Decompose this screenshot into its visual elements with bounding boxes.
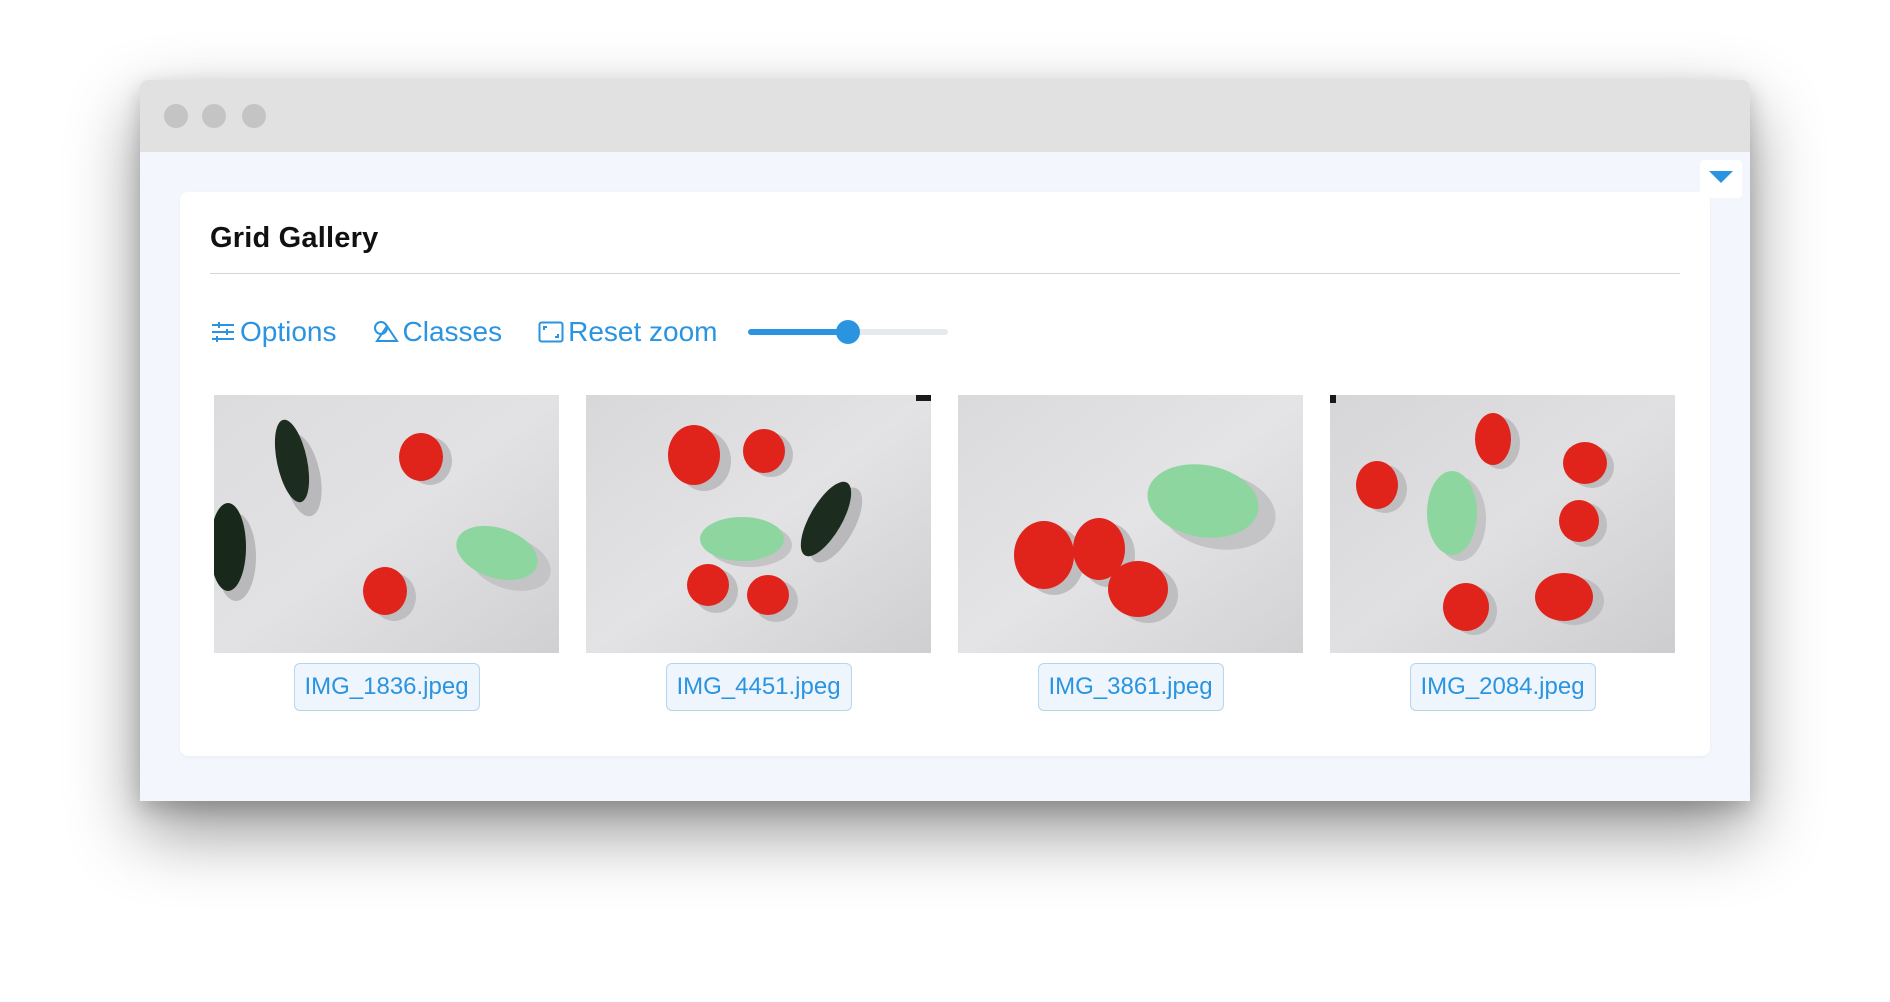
options-button[interactable]: Options xyxy=(210,316,337,348)
reset-zoom-button[interactable]: Reset zoom xyxy=(538,316,718,348)
gallery-thumbnail[interactable] xyxy=(1330,395,1675,653)
panel-title: Grid Gallery xyxy=(210,222,379,254)
image-filename-label[interactable]: IMG_3861.jpeg xyxy=(1037,663,1224,711)
window-close-button[interactable] xyxy=(164,104,188,128)
gallery-thumbnail[interactable] xyxy=(958,395,1303,653)
window-titlebar xyxy=(140,80,1750,152)
grid-gallery-panel: Grid Gallery Options Classes Reset zoom … xyxy=(180,192,1710,756)
gallery-item: IMG_4451.jpeg xyxy=(586,395,931,725)
classes-button[interactable]: Classes xyxy=(373,316,503,348)
window-minimize-button[interactable] xyxy=(202,104,226,128)
zoom-slider-fill xyxy=(747,329,848,335)
image-grid: IMG_1836.jpeg IMG_4451.jpeg IMG_3861.jpe… xyxy=(214,395,1684,725)
gallery-toolbar: Options Classes Reset zoom xyxy=(210,313,948,351)
frame-icon xyxy=(538,319,564,345)
gallery-thumbnail[interactable] xyxy=(586,395,931,653)
classes-label: Classes xyxy=(402,316,503,347)
sliders-icon xyxy=(210,319,236,345)
caret-down-icon xyxy=(1708,170,1734,189)
gallery-thumbnail[interactable] xyxy=(214,395,559,653)
app-window: Grid Gallery Options Classes Reset zoom … xyxy=(140,80,1750,801)
zoom-slider-thumb[interactable] xyxy=(835,320,860,344)
gallery-item: IMG_1836.jpeg xyxy=(214,395,559,725)
title-divider xyxy=(210,273,1680,274)
image-filename-label[interactable]: IMG_4451.jpeg xyxy=(665,663,852,711)
window-content: Grid Gallery Options Classes Reset zoom … xyxy=(140,152,1750,801)
gallery-item: IMG_2084.jpeg xyxy=(1330,395,1675,725)
shapes-icon xyxy=(373,319,399,345)
window-maximize-button[interactable] xyxy=(242,104,266,128)
screen-background: Grid Gallery Options Classes Reset zoom … xyxy=(0,0,1890,1002)
gallery-item: IMG_3861.jpeg xyxy=(958,395,1303,725)
image-filename-label[interactable]: IMG_1836.jpeg xyxy=(293,663,480,711)
image-filename-label[interactable]: IMG_2084.jpeg xyxy=(1409,663,1596,711)
options-label: Options xyxy=(240,316,337,347)
zoom-slider[interactable] xyxy=(747,317,948,347)
reset-zoom-label: Reset zoom xyxy=(568,316,718,347)
